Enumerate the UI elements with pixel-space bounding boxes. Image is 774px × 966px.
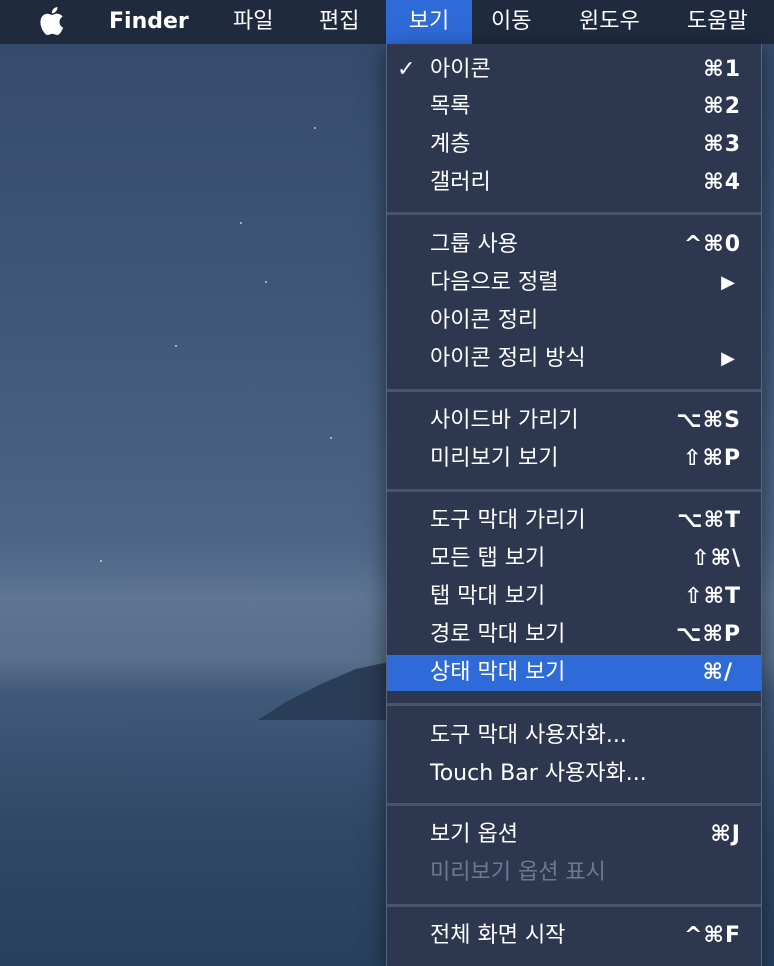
menu-item-shortcut: ^⌘F bbox=[684, 923, 741, 948]
menu-item-label: 사이드바 가리기 bbox=[430, 408, 579, 433]
menubar-edit[interactable]: 편집 bbox=[305, 0, 373, 44]
menu-item-show-preview-options: 미리보기 옵션 표시 bbox=[387, 855, 761, 891]
menu-item-label: 아이콘 bbox=[430, 57, 491, 82]
menu-item-label: 갤러리 bbox=[430, 170, 491, 195]
menu-item-shortcut: ⌘4 bbox=[703, 170, 741, 195]
menu-item-show-tab-bar[interactable]: 탭 막대 보기 ⇧⌘T bbox=[387, 579, 761, 615]
menu-item-label: 목록 bbox=[430, 94, 471, 119]
menu-item-show-status-bar[interactable]: 상태 막대 보기 ⌘/ bbox=[387, 655, 761, 691]
menu-item-customize-toolbar[interactable]: 도구 막대 사용자화... bbox=[387, 718, 761, 754]
view-menu-dropdown: ✓ 아이콘 ⌘1 목록 ⌘2 계층 ⌘3 갤러리 ⌘4 그룹 사용 ^⌘0 다음… bbox=[386, 44, 762, 966]
menu-item-label: 계층 bbox=[430, 132, 471, 157]
menu-item-enter-full-screen[interactable]: 전체 화면 시작 ^⌘F bbox=[387, 918, 761, 954]
star bbox=[314, 127, 316, 129]
menu-item-show-preview[interactable]: 미리보기 보기 ⇧⌘P bbox=[387, 441, 761, 477]
menu-item-shortcut: ⌥⌘T bbox=[677, 508, 741, 533]
menu-item-label: 아이콘 정리 방식 bbox=[430, 346, 586, 371]
menu-item-shortcut: ⌥⌘P bbox=[676, 622, 741, 647]
menu-item-label: Touch Bar 사용자화... bbox=[430, 761, 647, 786]
menu-item-shortcut: ⌘J bbox=[710, 822, 741, 847]
menu-item-shortcut: ^⌘0 bbox=[683, 232, 741, 257]
menu-item-label: 경로 막대 보기 bbox=[430, 622, 566, 647]
menu-item-label: 아이콘 정리 bbox=[430, 308, 539, 333]
menubar-app-name[interactable]: Finder bbox=[95, 0, 203, 44]
menu-item-shortcut: ⇧⌘\ bbox=[691, 546, 741, 571]
star bbox=[240, 222, 242, 224]
menu-item-label: 탭 막대 보기 bbox=[430, 584, 546, 609]
menubar-help[interactable]: 도움말 bbox=[673, 0, 762, 44]
menu-item-view-options[interactable]: 보기 옵션 ⌘J bbox=[387, 817, 761, 853]
menu-item-icons[interactable]: ✓ 아이콘 ⌘1 bbox=[387, 52, 761, 88]
menu-separator bbox=[387, 703, 761, 706]
menu-item-shortcut: ⇧⌘T bbox=[684, 584, 741, 609]
menu-item-shortcut: ⌘/ bbox=[702, 660, 733, 685]
menu-item-sort-by[interactable]: 다음으로 정렬 ▶ bbox=[387, 265, 761, 301]
menu-separator bbox=[387, 904, 761, 907]
menu-bar: Finder 파일 편집 보기 이동 윈도우 도움말 bbox=[0, 0, 774, 44]
menu-item-show-all-tabs[interactable]: 모든 탭 보기 ⇧⌘\ bbox=[387, 541, 761, 577]
menu-separator bbox=[387, 489, 761, 492]
star bbox=[330, 437, 332, 439]
menu-item-shortcut: ⌘2 bbox=[703, 94, 741, 119]
menubar-file[interactable]: 파일 bbox=[219, 0, 287, 44]
menubar-view[interactable]: 보기 bbox=[386, 0, 472, 44]
checkmark-icon: ✓ bbox=[397, 57, 416, 82]
menu-item-label: 전체 화면 시작 bbox=[430, 923, 566, 948]
apple-logo-icon bbox=[38, 6, 72, 36]
star bbox=[100, 560, 102, 562]
menu-item-label: 미리보기 옵션 표시 bbox=[430, 860, 606, 885]
menu-separator bbox=[387, 212, 761, 215]
menu-item-shortcut: ⌥⌘S bbox=[676, 408, 741, 433]
submenu-arrow-icon: ▶ bbox=[721, 272, 735, 293]
submenu-arrow-icon: ▶ bbox=[721, 348, 735, 369]
menu-item-label: 다음으로 정렬 bbox=[430, 270, 559, 295]
menu-item-shortcut: ⌘1 bbox=[703, 57, 741, 82]
apple-menu[interactable] bbox=[38, 0, 72, 44]
menu-item-clean-up[interactable]: 아이콘 정리 bbox=[387, 303, 761, 339]
menu-separator bbox=[387, 803, 761, 806]
menu-item-clean-up-by[interactable]: 아이콘 정리 방식 ▶ bbox=[387, 341, 761, 377]
menubar-go[interactable]: 이동 bbox=[477, 0, 545, 44]
menu-item-customize-touch-bar[interactable]: Touch Bar 사용자화... bbox=[387, 756, 761, 792]
star bbox=[175, 345, 177, 347]
menu-item-use-groups[interactable]: 그룹 사용 ^⌘0 bbox=[387, 227, 761, 263]
menu-item-hide-sidebar[interactable]: 사이드바 가리기 ⌥⌘S bbox=[387, 403, 761, 439]
menu-separator bbox=[387, 389, 761, 392]
menu-item-label: 상태 막대 보기 bbox=[430, 660, 566, 685]
menu-item-show-path-bar[interactable]: 경로 막대 보기 ⌥⌘P bbox=[387, 617, 761, 653]
menu-item-label: 그룹 사용 bbox=[430, 232, 518, 257]
menu-item-shortcut: ⇧⌘P bbox=[683, 446, 741, 471]
star bbox=[265, 281, 267, 283]
menu-item-label: 도구 막대 가리기 bbox=[430, 508, 586, 533]
menu-item-columns[interactable]: 계층 ⌘3 bbox=[387, 127, 761, 163]
menu-item-label: 도구 막대 사용자화... bbox=[430, 723, 627, 748]
menu-item-shortcut: ⌘3 bbox=[703, 132, 741, 157]
menu-item-hide-toolbar[interactable]: 도구 막대 가리기 ⌥⌘T bbox=[387, 503, 761, 539]
menu-item-label: 보기 옵션 bbox=[430, 822, 518, 847]
menubar-window[interactable]: 윈도우 bbox=[565, 0, 654, 44]
menu-item-label: 모든 탭 보기 bbox=[430, 546, 546, 571]
menu-item-gallery[interactable]: 갤러리 ⌘4 bbox=[387, 165, 761, 201]
menu-item-list[interactable]: 목록 ⌘2 bbox=[387, 89, 761, 125]
menu-item-label: 미리보기 보기 bbox=[430, 446, 559, 471]
